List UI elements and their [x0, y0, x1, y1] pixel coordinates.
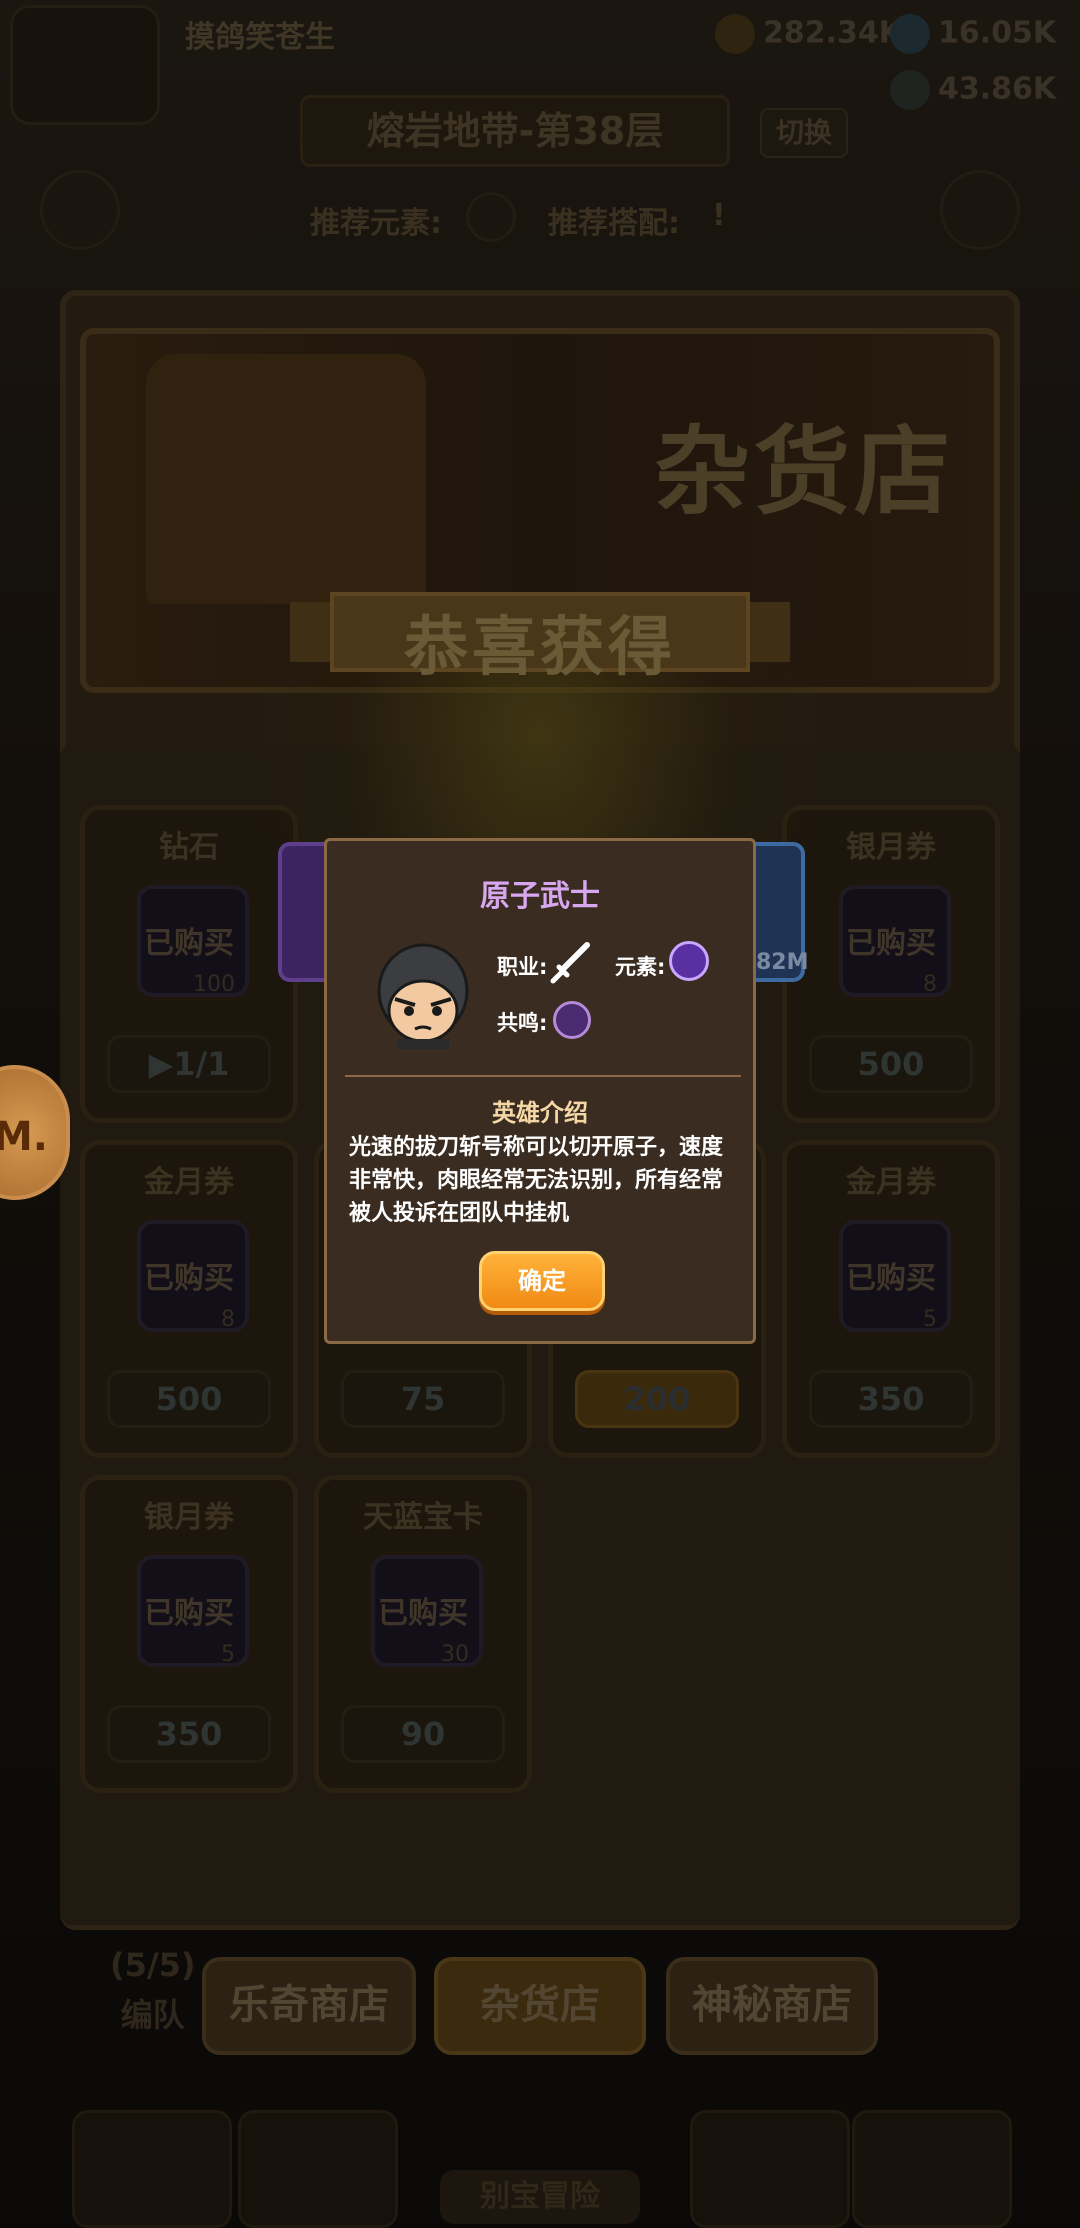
price-button[interactable]: 500: [107, 1370, 271, 1428]
hero-name: 原子武士: [480, 879, 600, 914]
congrats-ribbon: 恭喜获得: [290, 592, 790, 685]
player-avatar[interactable]: [10, 5, 160, 125]
intro-title: 英雄介绍: [492, 1099, 588, 1127]
tab-leqi-shop[interactable]: 乐奇商店: [202, 1957, 416, 2055]
tab-mystery-shop[interactable]: 神秘商店: [666, 1957, 878, 2055]
congrats-title: 恭喜获得: [404, 611, 676, 685]
shop-card[interactable]: 金月券 已购买 5 350: [782, 1140, 1000, 1458]
recommend-combo-label: 推荐搭配:: [548, 206, 680, 241]
tab-grocery-shop[interactable]: 杂货店: [434, 1957, 646, 2055]
intro-text: 光速的拔刀斩号称可以切开原子，速度非常快，肉眼经常无法识别，所有经常被人投诉在团…: [349, 1135, 724, 1226]
resonance-label: 共鸣:: [497, 1011, 548, 1035]
price-button[interactable]: 350: [107, 1705, 271, 1763]
nav-forge-icon[interactable]: [852, 2110, 1012, 2228]
stage-name: 熔岩地带-第38层: [300, 95, 730, 167]
hero-portrait: [377, 943, 469, 1049]
recommend-element-label: 推荐元素:: [310, 206, 442, 241]
side-event-icon[interactable]: [940, 170, 1020, 250]
price-button[interactable]: 350: [809, 1370, 973, 1428]
coin-icon: [715, 14, 755, 54]
shop-card[interactable]: 金月券 已购买 8 500: [80, 1140, 298, 1458]
gem-counter: 16.05K: [890, 14, 1056, 54]
element-hint-icon: [466, 192, 516, 242]
nav-hero-icon[interactable]: [238, 2110, 398, 2228]
divider: [345, 1075, 741, 1077]
explore-button[interactable]: 别宝冒险: [440, 2170, 640, 2224]
gold-counter: 282.34K: [715, 14, 902, 54]
shop-banner-title: 杂货店: [654, 416, 954, 528]
switch-stage-button[interactable]: 切换: [760, 108, 848, 158]
energy-icon: [890, 70, 930, 110]
recommend-combo-value: !: [712, 198, 726, 233]
energy-counter: 43.86K: [890, 70, 1056, 110]
nav-shop-icon[interactable]: [72, 2110, 232, 2228]
job-label: 职业:: [497, 955, 548, 979]
team-button[interactable]: (5/5) 编队: [110, 1940, 195, 2040]
element-label: 元素:: [615, 955, 666, 979]
moon-element-icon: [669, 941, 709, 981]
price-button[interactable]: 75: [341, 1370, 505, 1428]
resonance-icon: [553, 1001, 591, 1039]
sword-icon: [550, 942, 590, 984]
player-name: 摸鸽笑苍生: [185, 20, 335, 55]
price-button[interactable]: 200: [575, 1370, 739, 1428]
nav-bag-icon[interactable]: [690, 2110, 850, 2228]
gem-icon: [890, 14, 930, 54]
shop-card[interactable]: 天蓝宝卡 已购买 30 90: [314, 1475, 532, 1793]
price-button[interactable]: 90: [341, 1705, 505, 1763]
shop-stall-illustration: [146, 354, 426, 604]
side-shop-icon[interactable]: [40, 170, 120, 250]
shop-card[interactable]: 银月券 已购买 5 350: [80, 1475, 298, 1793]
badge-glyph-icon: M.: [0, 1114, 48, 1160]
reward-partial-value: 82M: [756, 950, 809, 975]
confirm-button[interactable]: 确定: [479, 1251, 605, 1311]
hero-info-dialog: 原子武士 职业: 元素: 共鸣: 英雄介绍 光速的拔刀斩号称可以切开原子，速度非…: [324, 838, 756, 1344]
